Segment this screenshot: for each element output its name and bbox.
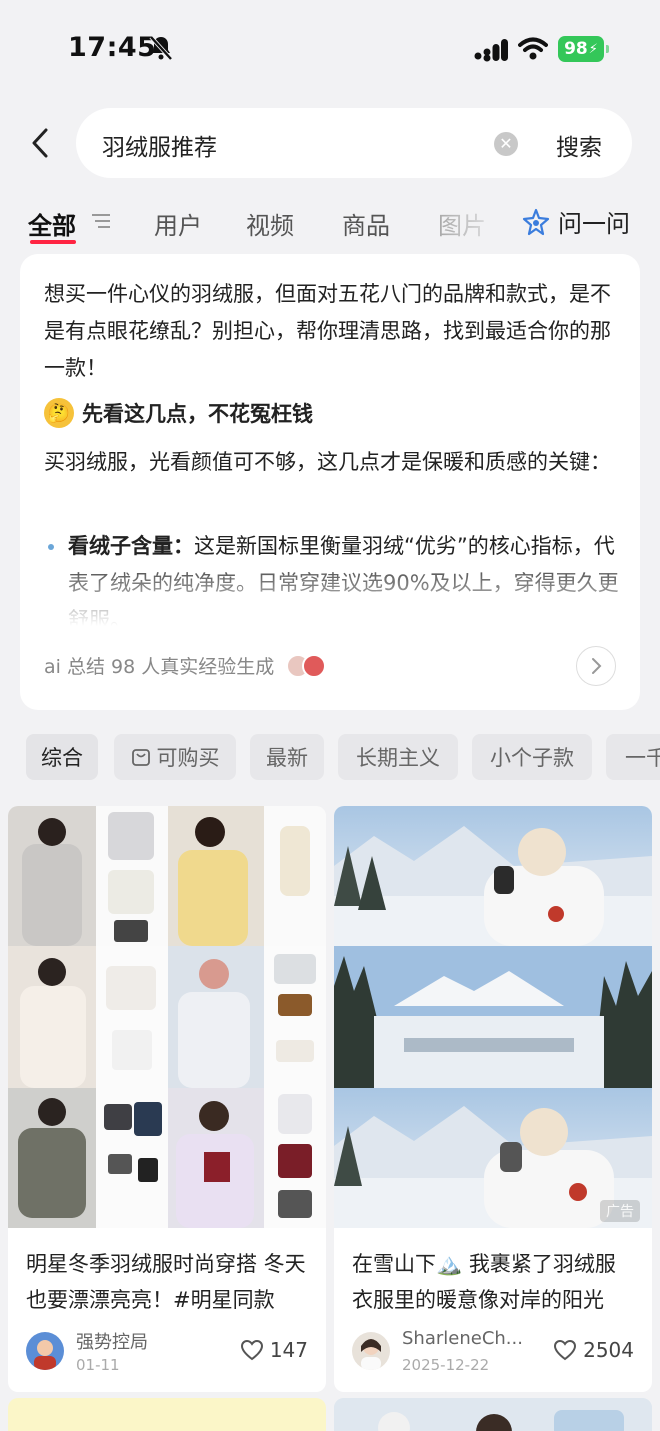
chip-comprehensive[interactable]: 综合 — [26, 734, 98, 780]
ai-footer: ai 总结 98 人真实经验生成 — [44, 652, 327, 679]
cellular-signal-icon — [474, 39, 508, 62]
avatar — [302, 653, 327, 678]
ask-button[interactable]: 问一问 — [522, 204, 630, 239]
tabs-fade — [440, 196, 510, 246]
shopping-bag-icon — [131, 749, 150, 766]
search-bar[interactable]: 羽绒服推荐 ✕ 搜索 — [76, 108, 632, 178]
chevron-left-icon — [32, 128, 48, 158]
ai-star-icon — [522, 208, 550, 235]
chip-purchasable[interactable]: 可购买 — [114, 734, 236, 780]
tab-all[interactable]: 全部 — [28, 206, 76, 241]
status-bar: 17:45 98 ⚡ — [0, 0, 660, 96]
like-count: 2504 — [583, 1338, 634, 1362]
chip-label: 小个子款 — [490, 746, 574, 770]
active-tab-indicator — [30, 240, 76, 244]
sort-chips: 综合 可购买 最新 长期主义 小个子款 一千 — [26, 734, 660, 782]
wifi-icon — [518, 37, 548, 60]
ad-label: 广告 — [600, 1200, 640, 1222]
ai-heading-text: 先看这几点，不花冤枉钱 — [82, 402, 313, 426]
chevron-right-icon — [592, 658, 602, 674]
battery-level: 98 — [564, 39, 588, 59]
search-tabs: 全部 用户 视频 商品 图片 问一问 — [0, 196, 660, 252]
clock: 17:45 — [68, 32, 157, 63]
battery-indicator: 98 ⚡ — [558, 36, 609, 62]
post-cover-image — [334, 1398, 652, 1431]
contributor-avatars — [286, 653, 327, 678]
tab-users[interactable]: 用户 — [154, 206, 202, 241]
post-card[interactable]: 明星冬季羽绒服时尚穿搭 冬天也要漂漂亮亮！#明星同款 强势控局 01-11 14… — [8, 806, 326, 1392]
chip-under-1000[interactable]: 一千 — [606, 734, 660, 780]
post-date: 01-11 — [76, 1356, 120, 1374]
chip-label: 最新 — [266, 746, 308, 770]
post-cover-image — [8, 806, 326, 1228]
clear-search-button[interactable]: ✕ — [494, 132, 518, 156]
search-input[interactable]: 羽绒服推荐 — [102, 128, 217, 162]
silent-bell-icon — [149, 35, 173, 61]
author-avatar[interactable] — [26, 1332, 64, 1370]
ai-expand-button[interactable] — [576, 646, 616, 686]
ai-text-fade — [20, 554, 640, 634]
post-date: 2025-12-22 — [402, 1356, 490, 1374]
avatar-image — [26, 1332, 64, 1370]
post-title: 在雪山下🏔️ 我裹紧了羽绒服 衣服里的暖意像对岸的阳光 — [352, 1252, 616, 1312]
search-button[interactable]: 搜索 — [556, 128, 602, 162]
like-button[interactable]: 2504 — [553, 1338, 634, 1362]
heart-icon — [554, 1339, 577, 1361]
chip-long-term[interactable]: 长期主义 — [338, 734, 458, 780]
tab-products[interactable]: 商品 — [342, 206, 390, 241]
filter-icon[interactable] — [90, 210, 112, 232]
post-card-peek[interactable] — [334, 1398, 652, 1431]
ask-label: 问一问 — [558, 210, 630, 238]
back-button[interactable] — [26, 124, 54, 162]
author-avatar[interactable] — [352, 1332, 390, 1370]
ai-intro-text: 想买一件心仪的羽绒服，但面对五花八门的品牌和款式，是不是有点眼花缭乱？别担心，帮… — [44, 282, 611, 380]
author-name[interactable]: 强势控局 — [76, 1328, 148, 1354]
avatar-image — [352, 1332, 390, 1370]
snow-mountain-image — [334, 806, 652, 1228]
chip-petite[interactable]: 小个子款 — [472, 734, 592, 780]
post-card[interactable]: 广告 在雪山下🏔️ 我裹紧了羽绒服 衣服里的暖意像对岸的阳光 SharleneC… — [334, 806, 652, 1392]
chip-label: 可购买 — [156, 746, 220, 770]
chip-latest[interactable]: 最新 — [250, 734, 324, 780]
ai-footer-text: ai 总结 98 人真实经验生成 — [44, 656, 275, 678]
ai-paragraph: 买羽绒服，光看颜值可不够，这几点才是保暖和质感的关键： — [44, 450, 611, 474]
chip-label: 综合 — [41, 746, 83, 770]
thinking-face-icon: 🤔 — [44, 398, 74, 428]
chip-label: 长期主义 — [356, 746, 440, 770]
post-card-peek[interactable] — [8, 1398, 326, 1431]
like-count: 147 — [269, 1338, 308, 1362]
ai-section-heading: 🤔 先看这几点，不花冤枉钱 — [44, 398, 313, 428]
charging-bolt-icon: ⚡ — [588, 41, 598, 57]
tab-videos[interactable]: 视频 — [246, 206, 294, 241]
author-name[interactable]: SharleneCh... — [402, 1328, 523, 1349]
heart-icon — [240, 1339, 263, 1361]
chip-label: 一千 — [625, 746, 660, 770]
ai-summary-card[interactable]: 想买一件心仪的羽绒服，但面对五花八门的品牌和款式，是不是有点眼花缭乱？别担心，帮… — [20, 254, 640, 710]
post-title: 明星冬季羽绒服时尚穿搭 冬天也要漂漂亮亮！#明星同款 — [26, 1252, 306, 1312]
post-cover-image: 广告 — [334, 806, 652, 1228]
like-button[interactable]: 147 — [240, 1338, 308, 1362]
outfit-collage-image — [8, 806, 326, 1228]
